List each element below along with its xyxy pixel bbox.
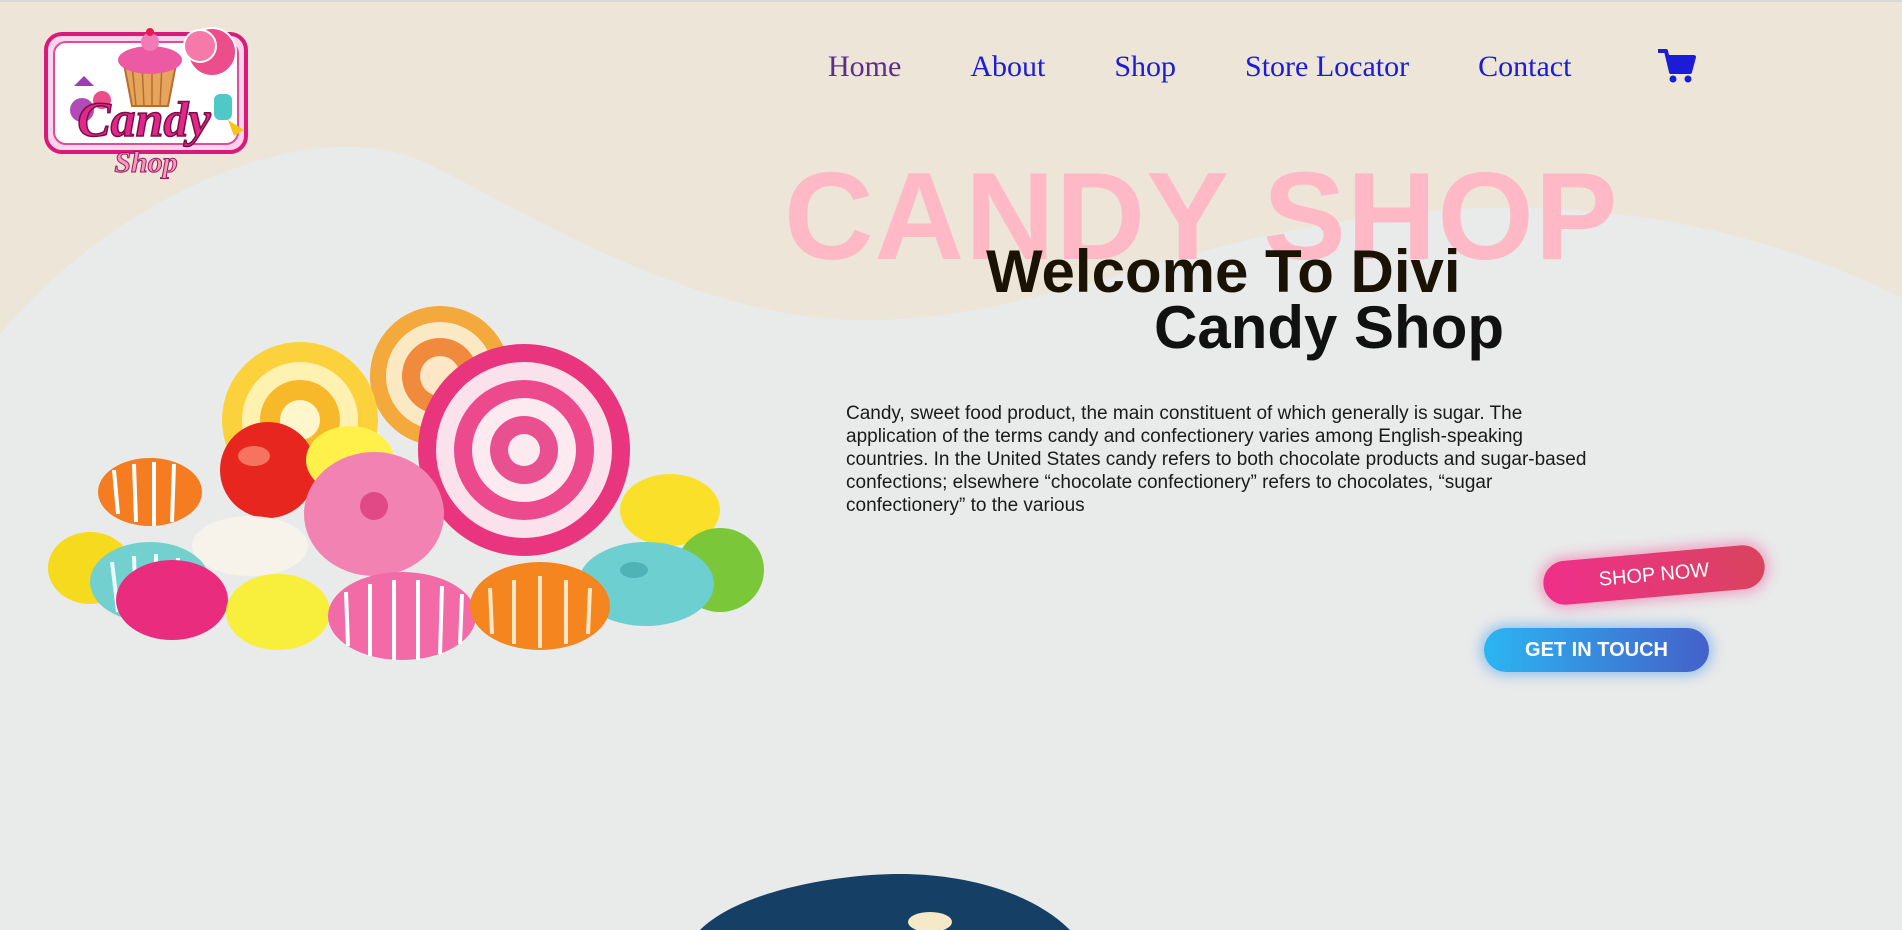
main-nav: Home About Shop Store Locator Contact [828, 50, 1640, 84]
nav-link-home[interactable]: Home [828, 50, 901, 84]
hero-heading: Welcome To Divi Candy Shop [986, 238, 1626, 361]
logo-word-candy: Candy [77, 91, 211, 147]
nav-link-shop[interactable]: Shop [1114, 50, 1176, 84]
shopping-cart-icon[interactable] [1658, 48, 1696, 84]
nav-link-store-locator[interactable]: Store Locator [1245, 50, 1409, 84]
candy-shop-logo[interactable]: Candy Shop [44, 24, 254, 194]
nav-link-contact[interactable]: Contact [1478, 50, 1571, 84]
hero-description: Candy, sweet food product, the main cons… [846, 403, 1587, 516]
hero-heading-line2: Candy Shop [1154, 294, 1505, 361]
hero-heading-line1: Welcome To Divi [986, 238, 1461, 305]
bottom-section-shape [700, 874, 1070, 930]
logo-word-shop: Shop [114, 146, 177, 179]
nav-link-about[interactable]: About [970, 50, 1045, 84]
candy-pile-image [48, 306, 764, 660]
get-in-touch-button[interactable]: GET IN TOUCH [1484, 628, 1709, 672]
